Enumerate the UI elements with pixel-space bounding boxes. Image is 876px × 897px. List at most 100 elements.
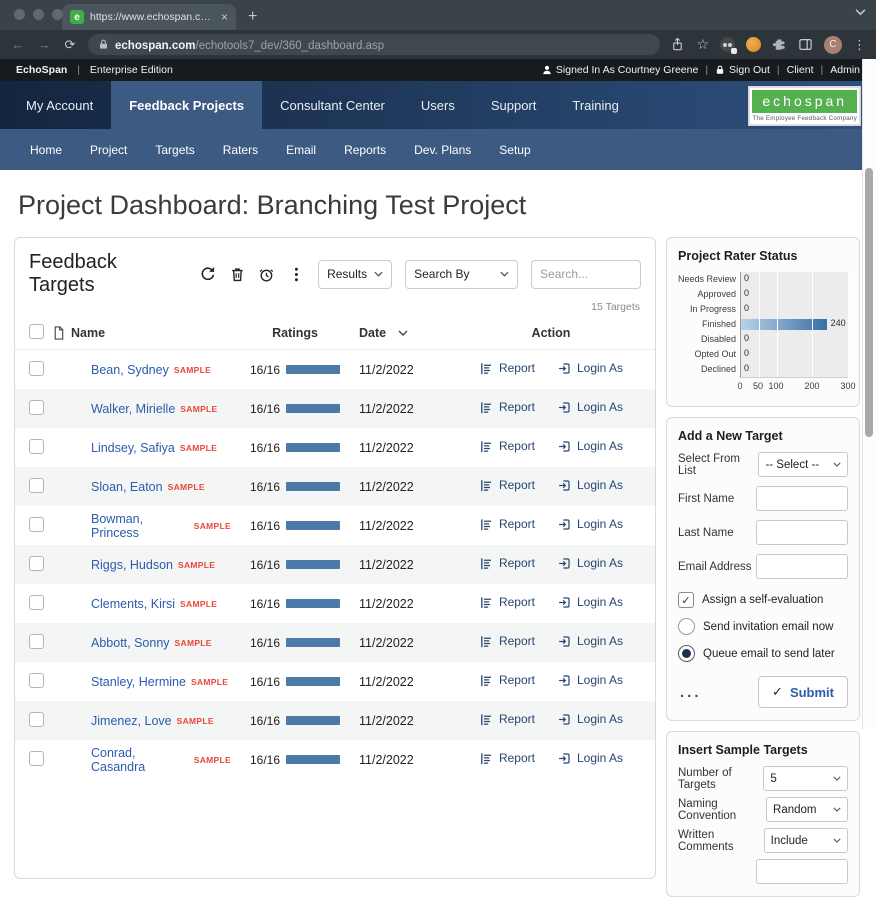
- row-checkbox[interactable]: [29, 673, 44, 688]
- search-by-dropdown[interactable]: Search By: [405, 260, 518, 289]
- login-as-link[interactable]: Login As: [557, 673, 623, 688]
- side-panel-icon[interactable]: [798, 37, 813, 52]
- select-all-checkbox[interactable]: [29, 324, 44, 339]
- scrollbar-thumb[interactable]: [865, 168, 873, 437]
- bookmark-star-icon[interactable]: ☆: [696, 36, 709, 53]
- login-as-link[interactable]: Login As: [557, 517, 623, 532]
- close-window-dot[interactable]: [14, 9, 25, 20]
- row-checkbox[interactable]: [29, 517, 44, 532]
- reload-button[interactable]: ⟳: [62, 37, 78, 53]
- login-as-link[interactable]: Login As: [557, 361, 623, 376]
- admin-link[interactable]: Admin: [830, 64, 860, 76]
- subnav-project[interactable]: Project: [76, 143, 141, 157]
- subnav-reports[interactable]: Reports: [330, 143, 400, 157]
- profile-avatar[interactable]: C: [824, 36, 842, 54]
- select-from-list-dropdown[interactable]: -- Select --: [758, 452, 848, 477]
- login-as-link[interactable]: Login As: [557, 400, 623, 415]
- more-options-link[interactable]: ...: [678, 684, 702, 701]
- tab-search-chevron-icon[interactable]: [855, 8, 866, 16]
- naming-convention-dropdown[interactable]: Random: [766, 797, 848, 822]
- login-as-link[interactable]: Login As: [557, 634, 623, 649]
- target-name-link[interactable]: Bean, Sydney: [91, 363, 169, 377]
- nav-my-account[interactable]: My Account: [8, 81, 111, 129]
- row-checkbox[interactable]: [29, 478, 44, 493]
- report-link[interactable]: Report: [479, 400, 535, 415]
- target-name-link[interactable]: Sloan, Eaton: [91, 480, 163, 494]
- page-scrollbar[interactable]: [862, 59, 876, 730]
- nav-consultant-center[interactable]: Consultant Center: [262, 81, 403, 129]
- browser-tab[interactable]: e https://www.echospan.com/ec ×: [62, 4, 236, 30]
- extension-glasses-icon[interactable]: [720, 37, 735, 52]
- zoom-window-dot[interactable]: [52, 9, 63, 20]
- queue-email-radio[interactable]: [678, 645, 695, 662]
- column-name[interactable]: Name: [71, 326, 231, 340]
- browser-menu-icon[interactable]: ⋮: [853, 37, 866, 53]
- row-checkbox[interactable]: [29, 361, 44, 376]
- login-as-link[interactable]: Login As: [557, 595, 623, 610]
- target-name-link[interactable]: Clements, Kirsi: [91, 597, 175, 611]
- login-as-link[interactable]: Login As: [557, 556, 623, 571]
- subnav-raters[interactable]: Raters: [209, 143, 272, 157]
- row-checkbox[interactable]: [29, 400, 44, 415]
- target-name-link[interactable]: Stanley, Hermine: [91, 675, 186, 689]
- login-as-link[interactable]: Login As: [557, 439, 623, 454]
- sign-out-link[interactable]: Sign Out: [715, 64, 770, 76]
- back-button[interactable]: ←: [10, 37, 26, 52]
- written-comments-dropdown[interactable]: Include: [764, 828, 848, 853]
- column-ratings[interactable]: Ratings: [231, 326, 359, 340]
- search-input[interactable]: [531, 260, 641, 289]
- target-name-link[interactable]: Jimenez, Love: [91, 714, 172, 728]
- subnav-targets[interactable]: Targets: [141, 143, 208, 157]
- report-link[interactable]: Report: [479, 361, 535, 376]
- column-date[interactable]: Date: [359, 326, 461, 340]
- email-address-field[interactable]: [756, 554, 848, 579]
- row-checkbox[interactable]: [29, 751, 44, 766]
- login-as-link[interactable]: Login As: [557, 751, 623, 766]
- forward-button[interactable]: →: [36, 37, 52, 52]
- report-link[interactable]: Report: [479, 751, 535, 766]
- row-checkbox[interactable]: [29, 556, 44, 571]
- report-link[interactable]: Report: [479, 478, 535, 493]
- report-link[interactable]: Report: [479, 712, 535, 727]
- number-of-targets-dropdown[interactable]: 5: [763, 766, 848, 791]
- client-link[interactable]: Client: [787, 64, 814, 76]
- target-name-link[interactable]: Walker, Mirielle: [91, 402, 175, 416]
- address-bar[interactable]: echospan.com/echotools7_dev/360_dashboar…: [88, 34, 660, 55]
- extension-cookie-icon[interactable]: [746, 37, 761, 52]
- target-name-link[interactable]: Lindsey, Safiya: [91, 441, 175, 455]
- self-evaluation-checkbox[interactable]: ✓: [678, 592, 694, 608]
- login-as-link[interactable]: Login As: [557, 712, 623, 727]
- report-link[interactable]: Report: [479, 673, 535, 688]
- share-icon[interactable]: [670, 37, 685, 52]
- row-checkbox[interactable]: [29, 634, 44, 649]
- nav-feedback-projects[interactable]: Feedback Projects: [111, 81, 262, 129]
- window-controls[interactable]: [14, 9, 63, 20]
- report-link[interactable]: Report: [479, 634, 535, 649]
- extensions-puzzle-icon[interactable]: [772, 37, 787, 52]
- login-as-link[interactable]: Login As: [557, 478, 623, 493]
- minimize-window-dot[interactable]: [33, 9, 44, 20]
- report-link[interactable]: Report: [479, 595, 535, 610]
- row-checkbox[interactable]: [29, 595, 44, 610]
- refresh-icon[interactable]: [199, 266, 216, 283]
- row-checkbox[interactable]: [29, 712, 44, 727]
- report-link[interactable]: Report: [479, 517, 535, 532]
- send-email-now-radio[interactable]: [678, 618, 695, 635]
- target-name-link[interactable]: Bowman, Princess: [91, 512, 189, 540]
- target-name-link[interactable]: Conrad, Casandra: [91, 746, 189, 774]
- results-dropdown[interactable]: Results: [318, 260, 392, 289]
- schedule-icon[interactable]: [258, 266, 275, 283]
- row-checkbox[interactable]: [29, 439, 44, 454]
- more-options-icon[interactable]: [288, 266, 305, 283]
- subnav-email[interactable]: Email: [272, 143, 330, 157]
- subnav-dev-plans[interactable]: Dev. Plans: [400, 143, 485, 157]
- first-name-field[interactable]: [756, 486, 848, 511]
- document-icon[interactable]: [51, 325, 66, 341]
- nav-training[interactable]: Training: [554, 81, 636, 129]
- subnav-home[interactable]: Home: [16, 143, 76, 157]
- sort-chevron-icon[interactable]: [398, 330, 408, 336]
- tab-close-icon[interactable]: ×: [221, 10, 228, 24]
- submit-button[interactable]: ✓ Submit: [758, 676, 848, 708]
- new-tab-button[interactable]: +: [248, 4, 257, 30]
- subnav-setup[interactable]: Setup: [485, 143, 544, 157]
